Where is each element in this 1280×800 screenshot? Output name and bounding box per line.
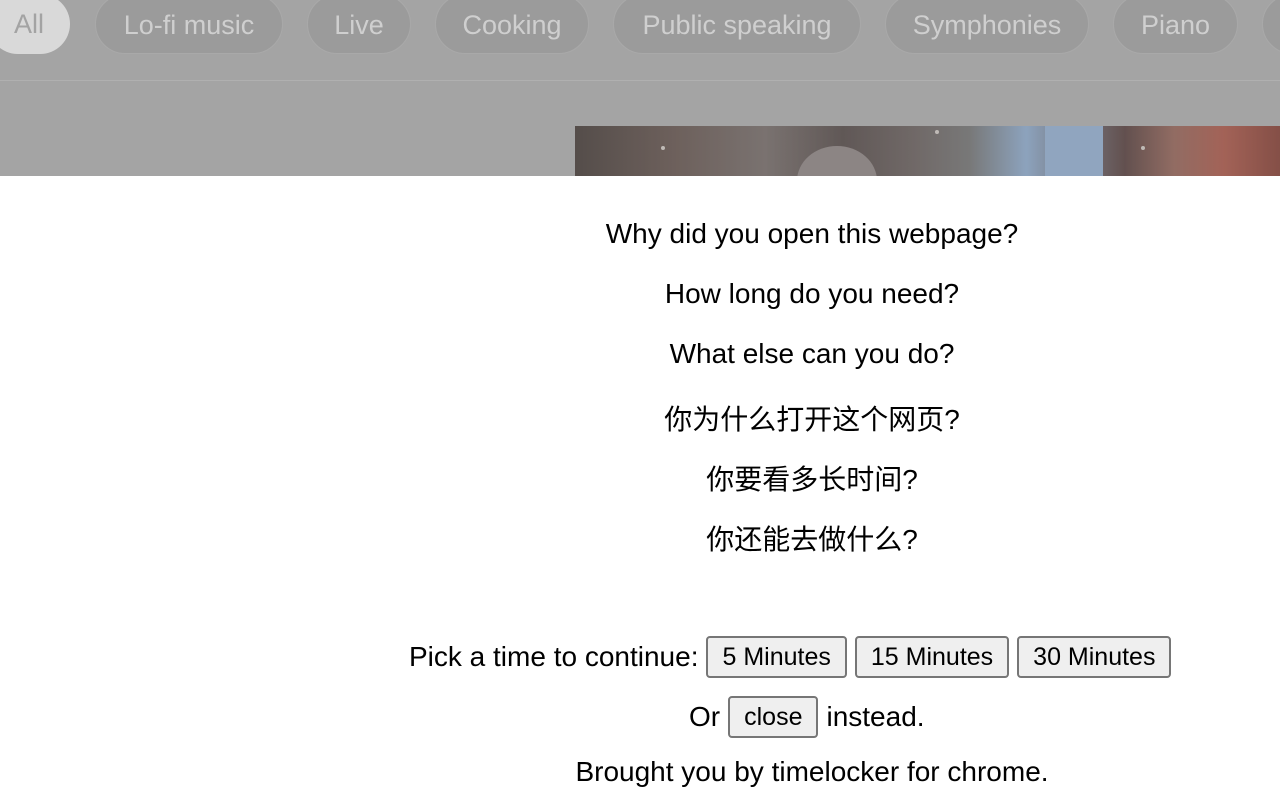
credit-text: Brought you by timelocker for chrome.: [575, 756, 1049, 787]
pick-time-label: Pick a time to continue:: [409, 641, 699, 672]
chip-piano[interactable]: Piano: [1113, 0, 1238, 54]
five-minutes-button[interactable]: 5 Minutes: [706, 636, 847, 678]
chip-cooking[interactable]: Cooking: [435, 0, 589, 54]
chip-symphonies[interactable]: Symphonies: [885, 0, 1089, 54]
chip-bar-divider: [0, 80, 1280, 81]
close-button[interactable]: close: [728, 696, 819, 738]
timelocker-overlay: Why did you open this webpage? How long …: [0, 176, 1280, 800]
close-instead-row: Or close instead.: [689, 696, 925, 738]
category-chip-bar: All Lo-fi music Live Cooking Public spea…: [0, 0, 1280, 56]
question-how-long: How long do you need?: [664, 278, 960, 309]
thumbnail-window: [1045, 126, 1103, 176]
thumbnail-detail: [661, 146, 665, 150]
chip-partial[interactable]: [1262, 0, 1280, 54]
thumbnail-figure: [797, 146, 877, 176]
thumbnail-detail: [1141, 146, 1145, 150]
thumbnail-detail: [935, 130, 939, 134]
thirty-minutes-button[interactable]: 30 Minutes: [1017, 636, 1172, 678]
question-how-long-zh: 你要看多长时间?: [706, 464, 918, 495]
instead-label: instead.: [826, 701, 925, 732]
pick-time-row: Pick a time to continue: 5 Minutes 15 Mi…: [409, 636, 1172, 678]
question-what-else-zh: 你还能去做什么?: [706, 524, 918, 555]
fifteen-minutes-button[interactable]: 15 Minutes: [854, 636, 1010, 678]
or-label: Or: [689, 701, 721, 732]
chip-lofi-music[interactable]: Lo-fi music: [95, 0, 283, 54]
question-why-open: Why did you open this webpage?: [605, 218, 1019, 249]
dimmed-background-page: All Lo-fi music Live Cooking Public spea…: [0, 0, 1280, 176]
chip-public-speaking[interactable]: Public speaking: [613, 0, 861, 54]
question-what-else: What else can you do?: [669, 338, 955, 369]
question-why-open-zh: 你为什么打开这个网页?: [664, 404, 960, 435]
video-thumbnail[interactable]: [575, 126, 1280, 176]
chip-live[interactable]: Live: [307, 0, 411, 54]
chip-all[interactable]: All: [0, 0, 70, 54]
